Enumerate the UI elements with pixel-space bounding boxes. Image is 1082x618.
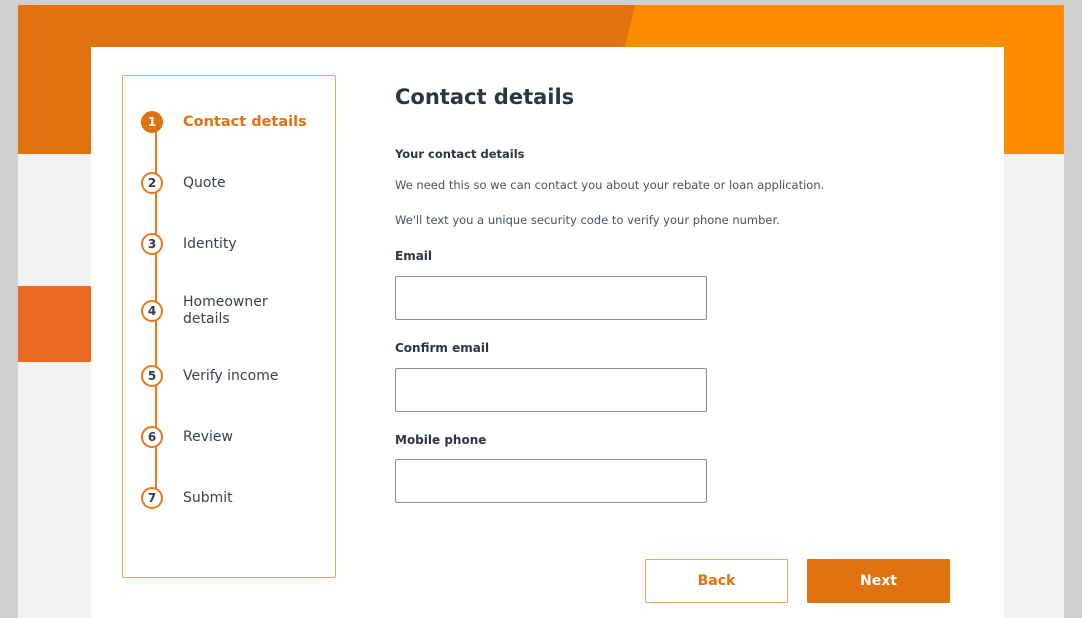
step-contact-details[interactable]: 1 Contact details [141, 111, 313, 133]
form-card: 1 Contact details 2 Quote 3 Identity 4 H… [91, 47, 1004, 618]
step-number-badge: 7 [141, 487, 163, 509]
intro-text: We need this so we can contact you about… [395, 178, 825, 192]
next-button[interactable]: Next [807, 559, 950, 603]
step-label: Contact details [183, 113, 307, 130]
step-number-badge: 4 [141, 300, 163, 322]
progress-stepper: 1 Contact details 2 Quote 3 Identity 4 H… [122, 75, 336, 578]
back-button[interactable]: Back [645, 559, 788, 603]
step-verify-income[interactable]: 5 Verify income [141, 365, 313, 387]
step-review[interactable]: 6 Review [141, 426, 313, 448]
confirm-email-label: Confirm email [395, 341, 490, 355]
step-label: Submit [183, 489, 233, 506]
page-frame: 1 Contact details 2 Quote 3 Identity 4 H… [18, 5, 1064, 618]
step-label: Review [183, 428, 233, 445]
step-quote[interactable]: 2 Quote [141, 172, 313, 194]
mobile-phone-label: Mobile phone [395, 433, 487, 447]
email-label: Email [395, 249, 433, 263]
section-heading: Your contact details [395, 147, 525, 161]
step-label: Homeowner details [183, 294, 268, 327]
mobile-phone-field[interactable] [395, 459, 707, 503]
step-label: Identity [183, 235, 237, 252]
step-number-badge: 3 [141, 233, 163, 255]
step-identity[interactable]: 3 Identity [141, 233, 313, 255]
page-title: Contact details [395, 85, 575, 109]
step-number-badge: 1 [141, 111, 163, 133]
step-number-badge: 2 [141, 172, 163, 194]
step-label: Quote [183, 174, 226, 191]
step-number-badge: 5 [141, 365, 163, 387]
step-homeowner-details[interactable]: 4 Homeowner details [141, 294, 293, 328]
confirm-email-field[interactable] [395, 368, 707, 412]
email-field[interactable] [395, 276, 707, 320]
step-label: Verify income [183, 367, 279, 384]
decorative-accent-block [18, 286, 93, 362]
step-number-badge: 6 [141, 426, 163, 448]
step-submit[interactable]: 7 Submit [141, 487, 313, 509]
intro-text: We'll text you a unique security code to… [395, 213, 780, 227]
